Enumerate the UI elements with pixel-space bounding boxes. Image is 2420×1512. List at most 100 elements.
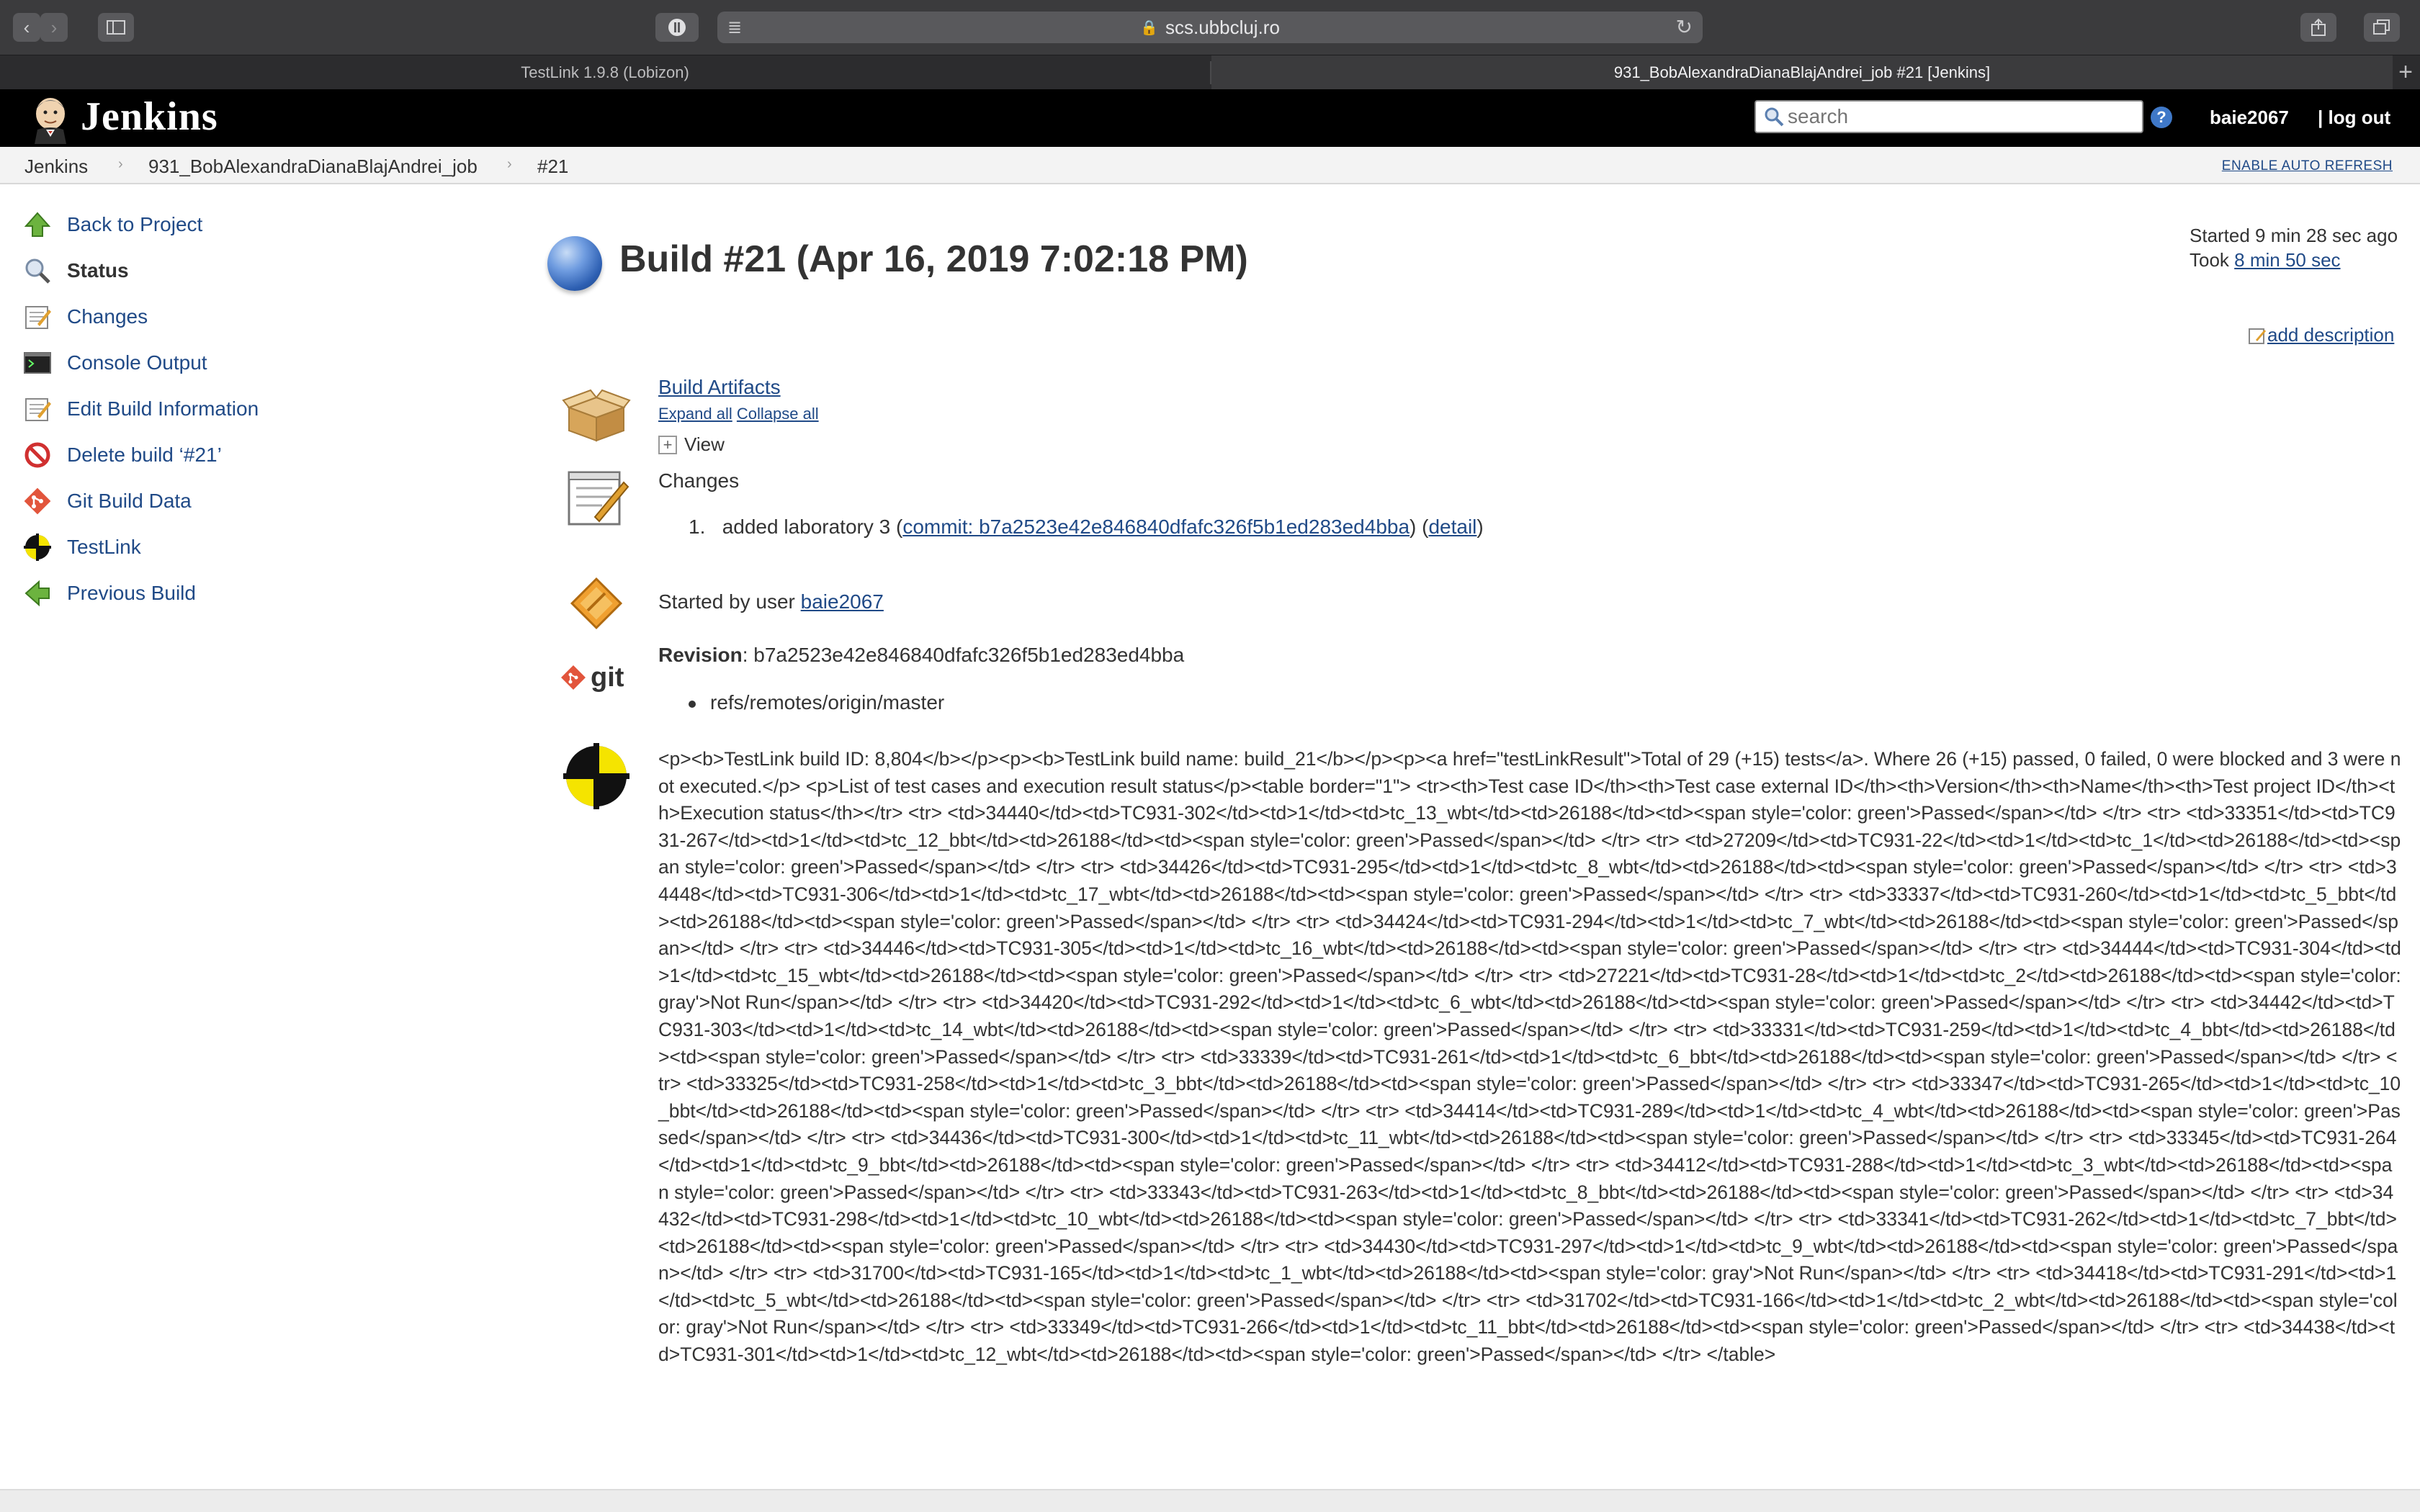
git-icon xyxy=(22,485,53,517)
terminal-icon xyxy=(22,347,53,379)
sidebar-item-edit-build-information[interactable]: Edit Build Information xyxy=(22,390,454,428)
left-arrow-icon xyxy=(22,577,53,609)
build-duration: Took 8 min 50 sec xyxy=(2190,249,2341,271)
tab-title: TestLink 1.9.8 (Lobizon) xyxy=(521,63,689,81)
sidebar-toggle-button[interactable] xyxy=(98,13,134,42)
new-tab-button[interactable]: + xyxy=(2398,58,2413,86)
sidebar-icon xyxy=(107,20,125,35)
browser-status-bar xyxy=(0,1489,2420,1512)
sidebar-item-previous-build[interactable]: Previous Build xyxy=(22,575,454,612)
testlink-icon xyxy=(22,531,53,563)
forward-button[interactable]: › xyxy=(40,13,68,42)
sidebar-item-label: Git Build Data xyxy=(67,490,192,512)
branch-name: refs/remotes/origin/master xyxy=(710,691,945,714)
artifact-node-label: View xyxy=(684,433,725,455)
revision-label: Revision xyxy=(658,644,743,666)
share-icon xyxy=(2311,18,2326,36)
changes-heading: Changes xyxy=(658,469,740,492)
build-started-text: Started 9 min 28 sec ago xyxy=(2190,225,2398,246)
user-link[interactable]: baie2067 xyxy=(2210,107,2289,129)
page-title: Build #21 (Apr 16, 2019 7:02:18 PM) xyxy=(619,238,1248,280)
extension-button[interactable] xyxy=(655,13,699,42)
commit-link[interactable]: commit: b7a2523e42e846840dfafc326f5b1ed2… xyxy=(902,516,1410,538)
back-button[interactable]: ‹ xyxy=(13,13,40,42)
change-message: added laboratory 3 ( xyxy=(722,516,903,538)
expand-all-link[interactable]: Expand all xyxy=(658,405,732,423)
sidebar-item-console-output[interactable]: Console Output xyxy=(22,344,454,382)
sidebar-item-delete-build[interactable]: Delete build ‘#21’ xyxy=(22,436,454,474)
privacy-icon xyxy=(668,19,686,36)
magnifier-icon xyxy=(22,255,53,287)
address-bar[interactable]: ≣ 🔒 scs.ubbcluj.ro ↻ xyxy=(717,12,1703,43)
list-item: refs/remotes/origin/master xyxy=(689,691,944,714)
sidebar-item-label: Status xyxy=(67,259,129,282)
sidebar-item-label: Previous Build xyxy=(67,582,196,604)
breadcrumb: Jenkins › 931_BobAlexandraDianaBlajAndre… xyxy=(0,147,2420,184)
tab-jenkins-build[interactable]: 931_BobAlexandraDianaBlajAndrei_job #21 … xyxy=(1211,55,2393,90)
browser-toolbar: ‹ › ≣ 🔒 scs.ubbcluj.ro ↻ xyxy=(0,0,2420,55)
change-separator: ) ( xyxy=(1410,516,1429,538)
sidebar-item-label: Delete build ‘#21’ xyxy=(67,444,222,466)
breadcrumb-build[interactable]: #21 xyxy=(537,156,568,178)
sidebar-item-git-build-data[interactable]: Git Build Data xyxy=(22,482,454,520)
sidebar-item-testlink[interactable]: TestLink xyxy=(22,528,454,566)
jenkins-butler-logo[interactable] xyxy=(24,94,75,144)
sidebar-item-label: Console Output xyxy=(67,351,207,374)
change-end: ) xyxy=(1476,516,1484,538)
tab-testlink[interactable]: TestLink 1.9.8 (Lobizon) xyxy=(0,55,1210,90)
git-revision: Revision: b7a2523e42e846840dfafc326f5b1e… xyxy=(658,644,1184,667)
search-icon xyxy=(1765,107,1784,127)
git-logo-text: git xyxy=(591,662,624,693)
started-by-prefix: Started by user xyxy=(658,590,801,613)
jenkins-title[interactable]: Jenkins xyxy=(81,94,218,140)
notepad-icon xyxy=(22,301,53,333)
list-item: 1. added laboratory 3 (commit: b7a2523e4… xyxy=(689,516,1484,539)
started-by-text: Started by user baie2067 xyxy=(658,590,884,613)
lock-icon: 🔒 xyxy=(1140,19,1158,36)
search-input[interactable] xyxy=(1788,105,2133,128)
bullet-icon xyxy=(689,700,696,708)
testlink-result-text: <p><b>TestLink build ID: 8,804</b></p><p… xyxy=(658,748,2401,1366)
build-status-ball-icon xyxy=(547,236,602,291)
help-icon[interactable]: ? xyxy=(2151,107,2172,128)
reload-icon[interactable]: ↻ xyxy=(1676,15,1693,39)
logout-link[interactable]: | log out xyxy=(2318,107,2390,129)
collapse-all-link[interactable]: Collapse all xyxy=(737,405,819,423)
enable-auto-refresh-link[interactable]: ENABLE AUTO REFRESH xyxy=(2222,158,2393,174)
detail-link[interactable]: detail xyxy=(1428,516,1476,538)
url-text: scs.ubbcluj.ro xyxy=(1165,16,1280,38)
sidebar-item-label: Back to Project xyxy=(67,213,203,235)
build-duration-label: Took xyxy=(2190,249,2235,271)
sidebar-item-changes[interactable]: Changes xyxy=(22,298,454,336)
search-box[interactable] xyxy=(1754,100,2143,133)
testlink-icon xyxy=(563,743,629,809)
tab-title: 931_BobAlexandraDianaBlajAndrei_job #21 … xyxy=(1613,63,1991,81)
expand-plus-icon[interactable]: + xyxy=(658,435,677,454)
sidebar-item-label: Edit Build Information xyxy=(67,397,259,420)
up-arrow-icon xyxy=(22,209,53,240)
git-logo-icon: git xyxy=(560,661,624,694)
breadcrumb-separator-icon: › xyxy=(507,156,512,172)
artifact-tree-node[interactable]: + View xyxy=(658,433,725,456)
breadcrumb-separator-icon: › xyxy=(118,156,123,172)
reader-icon[interactable]: ≣ xyxy=(727,17,742,38)
breadcrumb-job[interactable]: 931_BobAlexandraDianaBlajAndrei_job xyxy=(148,156,478,178)
build-duration-link[interactable]: 8 min 50 sec xyxy=(2234,249,2340,271)
started-by-user-link[interactable]: baie2067 xyxy=(801,590,884,613)
tabs-overview-button[interactable] xyxy=(2364,13,2400,42)
breadcrumb-jenkins[interactable]: Jenkins xyxy=(24,156,88,178)
build-artifacts-link[interactable]: Build Artifacts xyxy=(658,376,781,399)
tabs-icon xyxy=(2373,19,2390,35)
jenkins-header: Jenkins ? baie2067 | log out xyxy=(0,89,2420,147)
sidebar-item-label: TestLink xyxy=(67,536,141,558)
notepad-icon xyxy=(22,393,53,425)
sidebar-item-status[interactable]: Status xyxy=(22,252,454,289)
no-entry-icon xyxy=(22,439,53,471)
tab-bar: TestLink 1.9.8 (Lobizon) 931_BobAlexandr… xyxy=(0,55,2420,90)
sidebar-item-back-to-project[interactable]: Back to Project xyxy=(22,206,454,243)
sidebar-item-label: Changes xyxy=(67,305,148,328)
add-description-link[interactable]: add description xyxy=(2247,324,2394,346)
package-icon xyxy=(562,389,631,442)
share-button[interactable] xyxy=(2300,13,2336,42)
change-number: 1. xyxy=(689,516,706,538)
